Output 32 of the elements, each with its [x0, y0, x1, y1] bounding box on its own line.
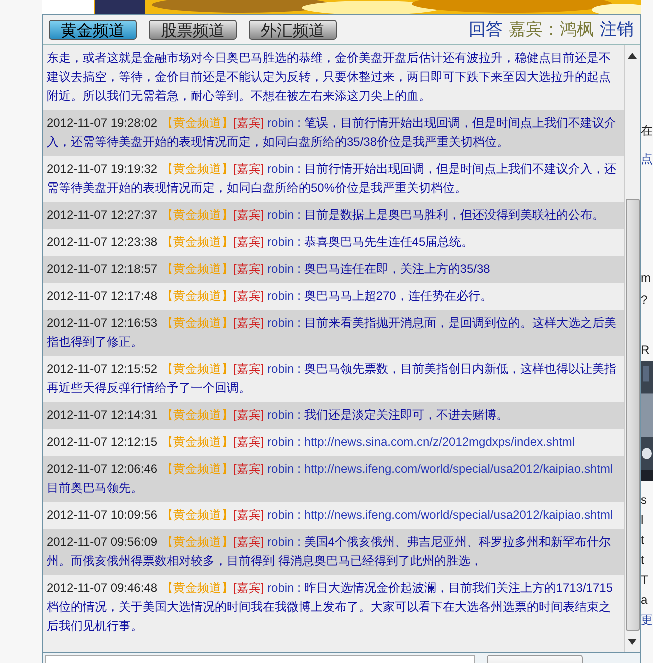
chat-message: 2012-11-07 12:16:53 【黄金频道】[嘉宾] robin : 目前来看美指抛开消息面，是回调到位的。这样大选之后美指也得到了修正。 [43, 310, 624, 356]
answer-link[interactable]: 回答 [469, 18, 503, 41]
message-link[interactable]: http://news.ifeng.com/world/special/usa2012/kaipiao.shtml [304, 462, 614, 476]
chat-message: 2012-11-07 12:27:37 【黄金频道】[嘉宾] robin : 目前是数据上是奥巴马胜利，但还没得到美联社的公布。 [43, 202, 624, 229]
cut-text: ? [641, 292, 649, 309]
chat-message: 2012-11-07 12:18:57 【黄金频道】[嘉宾] robin : 奥巴马连任在即，关注上方的35/38 [43, 256, 624, 283]
cut-text: a [641, 592, 649, 609]
chat-message: 2012-11-07 09:56:09 【黄金频道】[嘉宾] robin : 美国4个俄亥俄州、弗吉尼亚州、科罗拉多州和新罕布什尔州。而俄亥俄州得票数相对较多，目前得到 得消息奥巴马已经得到了此州的胜选， [43, 529, 624, 575]
cut-text: 点 [641, 151, 653, 168]
cut-text: 更 [641, 612, 653, 629]
chat-message: 2012-11-07 12:06:46 【黄金频道】[嘉宾] robin : http://news.ifeng.com/world/special/usa2012/kaipiao.shtml 目前奥巴马领先。 [43, 456, 624, 502]
scrollbar[interactable] [624, 45, 640, 652]
logout-link[interactable]: 注销 [600, 18, 634, 41]
channel-tab[interactable]: 股票频道 [149, 20, 237, 40]
cut-text: t [641, 552, 646, 569]
guest-name: 嘉宾：鸿枫 [509, 19, 594, 41]
message-link[interactable]: http://news.ifeng.com/world/special/usa2012/kaipiao.shtml [304, 508, 614, 522]
scroll-down-icon[interactable] [628, 639, 637, 645]
chat-message: 2012-11-07 19:28:02 【黄金频道】[嘉宾] robin : 笔误，目前行情开始出现回调，但是时间点上我们不建议介入，还需等待美盘开始的表现情况而定，如同白盘所给的35/38价位是我严重关切档位。 [43, 110, 624, 156]
cut-text: R [641, 342, 651, 359]
cut-text: t [641, 532, 646, 549]
chat-message: 2012-11-07 12:14:31 【黄金频道】[嘉宾] robin : 我们还是淡定关注即可，不进去赌博。 [43, 402, 624, 429]
cut-text: m [641, 270, 652, 287]
cut-text: T [641, 572, 650, 589]
scroll-up-icon[interactable] [628, 53, 637, 59]
cut-text: 在 [641, 123, 653, 140]
cut-text: s [641, 492, 648, 509]
channel-tab[interactable]: 黄金频道 [49, 20, 137, 40]
cut-text: l [641, 512, 645, 529]
scroll-thumb[interactable] [626, 199, 640, 631]
message-link[interactable]: http://news.sina.com.cn/z/2012mgdxps/index.shtml [304, 435, 576, 449]
channel-tab[interactable]: 外汇频道 [249, 20, 337, 40]
